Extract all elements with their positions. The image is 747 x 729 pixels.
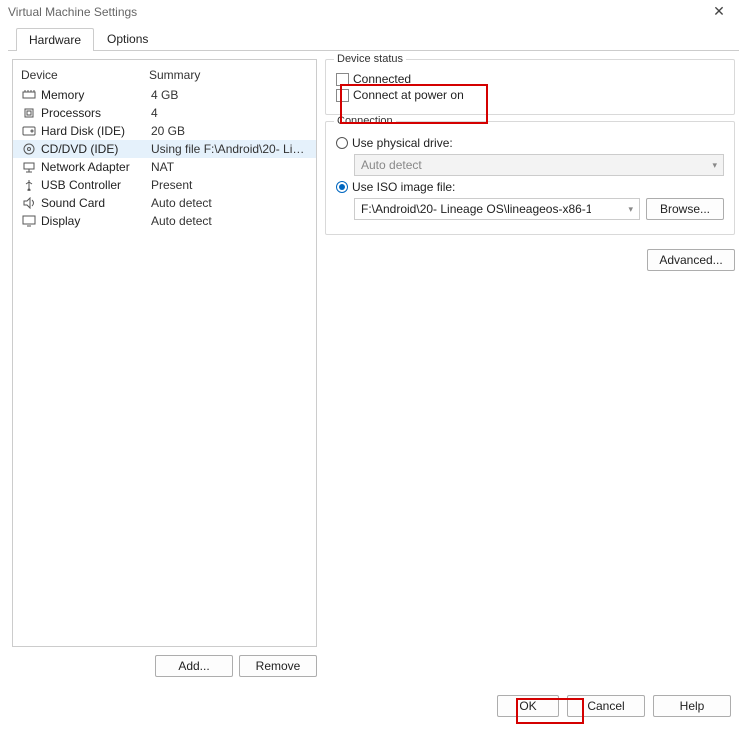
dialog-footer: OK Cancel Help (0, 685, 747, 729)
physical-drive-select[interactable]: Auto detect ▾ (354, 154, 724, 176)
device-summary: 4 (151, 106, 308, 120)
use-iso-image-radio[interactable] (336, 181, 348, 193)
device-summary: NAT (151, 160, 308, 174)
browse-button[interactable]: Browse... (646, 198, 724, 220)
window-title: Virtual Machine Settings (8, 5, 699, 19)
device-row-display[interactable]: DisplayAuto detect (13, 212, 316, 230)
device-row-memory[interactable]: Memory4 GB (13, 86, 316, 104)
disp-icon (21, 214, 37, 228)
iso-path-input[interactable]: F:\Android\20- Lineage OS\lineageos-x86-… (354, 198, 640, 220)
tab-options[interactable]: Options (94, 27, 161, 50)
connected-checkbox[interactable] (336, 73, 349, 86)
advanced-button[interactable]: Advanced... (647, 249, 735, 271)
device-name: CD/DVD (IDE) (41, 142, 151, 156)
connected-label: Connected (353, 72, 411, 86)
cpu-icon (21, 106, 37, 120)
device-name: Network Adapter (41, 160, 151, 174)
cancel-button[interactable]: Cancel (567, 695, 645, 717)
device-row-usb[interactable]: USB ControllerPresent (13, 176, 316, 194)
hdd-icon (21, 124, 37, 138)
remove-button[interactable]: Remove (239, 655, 317, 677)
connection-group: Connection Use physical drive: Auto dete… (325, 121, 735, 235)
device-name: Sound Card (41, 196, 151, 210)
device-row-processors[interactable]: Processors4 (13, 104, 316, 122)
device-name: Display (41, 214, 151, 228)
use-physical-drive-radio[interactable] (336, 137, 348, 149)
device-summary: Present (151, 178, 308, 192)
net-icon (21, 160, 37, 174)
help-button[interactable]: Help (653, 695, 731, 717)
device-status-group: Device status Connected Connect at power… (325, 59, 735, 115)
memory-icon (21, 88, 37, 102)
header-device: Device (21, 68, 149, 82)
device-list: Device Summary Memory4 GBProcessors4Hard… (12, 59, 317, 647)
device-summary: Auto detect (151, 214, 308, 228)
close-button[interactable]: ✕ (699, 3, 739, 20)
device-row-sound[interactable]: Sound CardAuto detect (13, 194, 316, 212)
cd-icon (21, 142, 37, 156)
device-list-header: Device Summary (13, 60, 316, 86)
device-row-cddvd[interactable]: CD/DVD (IDE)Using file F:\Android\20- Li… (13, 140, 316, 158)
usb-icon (21, 178, 37, 192)
add-button[interactable]: Add... (155, 655, 233, 677)
iso-path-value: F:\Android\20- Lineage OS\lineageos-x86-… (361, 202, 591, 216)
window: Virtual Machine Settings ✕ Hardware Opti… (0, 0, 747, 729)
device-row-harddisk[interactable]: Hard Disk (IDE)20 GB (13, 122, 316, 140)
tab-bar: Hardware Options (8, 27, 739, 51)
use-iso-image-label: Use ISO image file: (352, 180, 455, 194)
connect-power-on-checkbox[interactable] (336, 89, 349, 102)
device-row-network[interactable]: Network AdapterNAT (13, 158, 316, 176)
snd-icon (21, 196, 37, 210)
device-name: Hard Disk (IDE) (41, 124, 151, 138)
device-summary: Using file F:\Android\20- Lin... (151, 142, 308, 156)
chevron-down-icon: ▾ (712, 160, 717, 171)
device-name: USB Controller (41, 178, 151, 192)
physical-drive-value: Auto detect (361, 158, 422, 172)
connect-power-on-label: Connect at power on (353, 88, 464, 102)
device-status-legend: Device status (334, 53, 406, 65)
ok-button[interactable]: OK (497, 695, 559, 717)
device-name: Processors (41, 106, 151, 120)
titlebar: Virtual Machine Settings ✕ (0, 0, 747, 23)
use-physical-drive-label: Use physical drive: (352, 136, 453, 150)
tab-hardware[interactable]: Hardware (16, 28, 94, 51)
device-summary: 20 GB (151, 124, 308, 138)
header-summary: Summary (149, 68, 200, 82)
device-summary: 4 GB (151, 88, 308, 102)
device-summary: Auto detect (151, 196, 308, 210)
chevron-down-icon: ▾ (628, 204, 633, 215)
device-name: Memory (41, 88, 151, 102)
connection-legend: Connection (334, 115, 396, 127)
